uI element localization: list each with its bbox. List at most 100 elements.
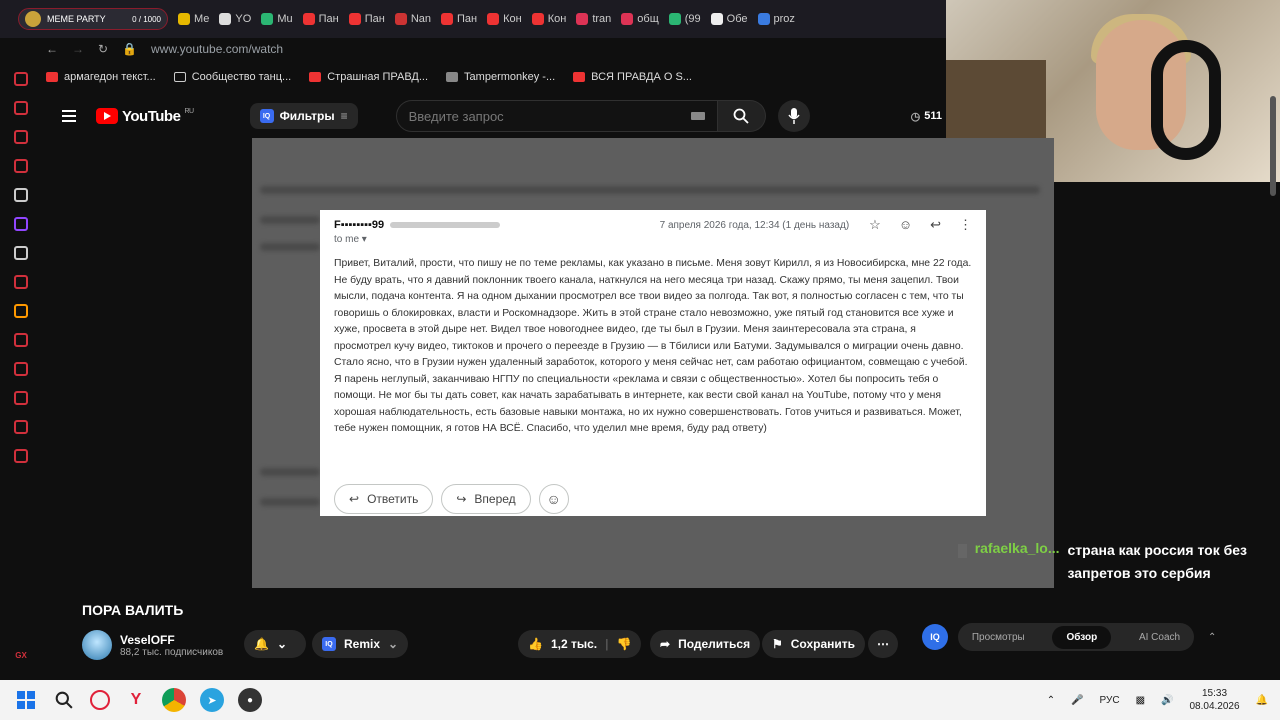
gx-corner-icon[interactable] xyxy=(14,159,28,173)
bookmark-item[interactable]: Сообщество танц... xyxy=(173,71,291,83)
tab-views[interactable]: Просмотры xyxy=(972,632,1025,643)
tiktok-icon[interactable] xyxy=(14,188,28,202)
browser-tab[interactable]: Кон xyxy=(531,13,566,25)
browser-tab[interactable]: Nan xyxy=(394,13,431,25)
header-counter[interactable]: ◷ 511 xyxy=(911,110,942,123)
thumbs-up-icon: 👍 xyxy=(528,637,543,651)
menu-icon[interactable] xyxy=(62,110,76,122)
gx-logo-badge[interactable]: MEME PARTY 0 / 1000 xyxy=(18,8,168,30)
browser-tab[interactable]: Пан xyxy=(302,13,339,25)
sliders-icon: ≡ xyxy=(340,109,348,123)
subscriber-count: 88,2 тыс. подписчиков xyxy=(120,646,224,658)
youtube-favicon-icon xyxy=(348,13,361,25)
browser-tab[interactable]: Mu xyxy=(261,13,293,25)
network-icon[interactable]: ▩ xyxy=(1136,695,1145,706)
voice-search-button[interactable] xyxy=(777,100,810,132)
bag-icon[interactable] xyxy=(14,101,28,115)
reply-icon: ↩ xyxy=(349,492,360,506)
player-icon[interactable] xyxy=(14,362,28,376)
browser-tab[interactable]: (99 xyxy=(668,13,701,25)
extensions-icon[interactable] xyxy=(14,420,28,434)
x-icon[interactable] xyxy=(14,246,28,260)
browser-tab[interactable]: общ xyxy=(621,13,659,25)
notifications-button[interactable]: 🔔 ⌄ xyxy=(244,630,306,658)
bell-icon: 🔔 xyxy=(254,637,269,651)
emoji-icon[interactable]: ☺ xyxy=(899,217,912,233)
channel-name[interactable]: VeselOFF xyxy=(120,633,223,647)
yandex-icon[interactable] xyxy=(14,275,28,289)
microphone-icon[interactable]: 🎤 xyxy=(1071,695,1083,706)
browser-tab[interactable]: Пан xyxy=(441,13,477,25)
back-arrow-icon[interactable]: ← xyxy=(46,42,58,56)
bookmark-item[interactable]: ВСЯ ПРАВДА О S... xyxy=(573,71,692,83)
reply-button[interactable]: ↩ Ответить xyxy=(334,484,434,514)
gx-icon[interactable]: GX xyxy=(15,651,27,660)
save-button[interactable]: ⚑ Сохранить xyxy=(762,630,866,658)
youtube-play-icon xyxy=(96,108,118,124)
channel-info[interactable]: VeselOFF 88,2 тыс. подписчиков xyxy=(82,630,223,660)
mail-icon[interactable] xyxy=(14,304,28,318)
browser-sidebar: GX xyxy=(0,60,42,680)
url-field[interactable]: www.youtube.com/watch xyxy=(151,42,283,56)
twitch-icon[interactable] xyxy=(14,217,28,231)
bookmark-item[interactable]: Tampermonkey -... xyxy=(446,71,555,83)
volume-icon[interactable]: 🔊 xyxy=(1161,695,1173,706)
star-icon[interactable]: ☆ xyxy=(869,217,881,233)
app-icon[interactable] xyxy=(14,333,28,347)
windows-start-icon[interactable] xyxy=(14,688,38,712)
history-icon[interactable] xyxy=(14,391,28,405)
forward-button[interactable]: ↪ Вперед xyxy=(441,484,531,514)
opera-gx-icon[interactable] xyxy=(90,690,110,710)
chevron-up-icon[interactable]: ⌃ xyxy=(1047,695,1055,706)
email-recipient[interactable]: to me ▾ xyxy=(334,234,367,245)
tab-ai-coach[interactable]: AI Coach xyxy=(1139,632,1180,643)
reply-icon[interactable]: ↩ xyxy=(930,217,941,233)
thumbs-down-icon[interactable]: 👎 xyxy=(616,637,631,651)
browser-tab[interactable]: Обе xyxy=(710,13,748,25)
tampermonkey-icon xyxy=(446,72,459,82)
notification-bell-icon[interactable]: 🔔 xyxy=(1256,695,1268,706)
channel-avatar[interactable] xyxy=(82,630,112,660)
iq-icon[interactable]: IQ xyxy=(922,624,948,650)
chrome-icon[interactable] xyxy=(162,688,186,712)
language-indicator[interactable]: РУС xyxy=(1100,695,1120,706)
reload-icon[interactable]: ↻ xyxy=(98,42,108,56)
youtube-header: YouTube RU IQ Фильтры ≡ Введите запрос ◷… xyxy=(42,94,946,138)
chevron-down-icon: ⌄ xyxy=(388,637,399,651)
search-input[interactable]: Введите запрос xyxy=(395,100,718,132)
tab-favicon-icon xyxy=(757,13,770,25)
telegram-icon[interactable]: ➤ xyxy=(200,688,224,712)
like-button[interactable]: 👍 1,2 тыс. | 👎 xyxy=(518,630,642,658)
tab-overview[interactable]: Обзор xyxy=(1052,625,1112,649)
chevron-up-icon[interactable]: ⌃ xyxy=(1208,632,1216,643)
gamepad-icon[interactable] xyxy=(14,130,28,144)
more-button[interactable]: ⋯ xyxy=(868,630,898,658)
chevron-down-icon: ⌄ xyxy=(276,637,288,651)
settings-icon[interactable] xyxy=(14,449,28,463)
browser-tab[interactable]: Кон xyxy=(487,13,522,25)
speed-dial-icon[interactable] xyxy=(14,72,28,86)
bookmark-item[interactable]: армагедон текст... xyxy=(46,71,156,83)
browser-tab[interactable]: tran xyxy=(576,13,611,25)
browser-tab[interactable]: Пан xyxy=(348,13,385,25)
tab-favicon-icon xyxy=(219,13,232,25)
yandex-browser-icon[interactable]: Y xyxy=(124,688,148,712)
clock[interactable]: 15:33 08.04.2026 xyxy=(1189,687,1239,713)
search-icon[interactable] xyxy=(52,688,76,712)
remix-button[interactable]: IQ Remix ⌄ xyxy=(312,630,409,658)
filters-button[interactable]: IQ Фильтры ≡ xyxy=(249,103,358,129)
share-button[interactable]: ➦ Поделиться xyxy=(650,630,761,658)
blurred-text xyxy=(260,186,1040,194)
scrollbar[interactable] xyxy=(1270,96,1276,196)
browser-tab[interactable]: proz xyxy=(757,13,795,25)
emoji-reaction-button[interactable]: ☺ xyxy=(538,484,569,514)
forward-arrow-icon[interactable]: → xyxy=(72,42,84,56)
keyboard-icon[interactable] xyxy=(690,112,705,120)
search-button[interactable] xyxy=(717,100,766,132)
youtube-logo[interactable]: YouTube RU xyxy=(96,108,194,125)
bookmark-item[interactable]: Страшная ПРАВД... xyxy=(309,71,428,83)
more-vert-icon[interactable]: ⋮ xyxy=(959,217,972,233)
browser-tab[interactable]: Ме xyxy=(178,13,209,25)
browser-tab[interactable]: YO xyxy=(219,13,251,25)
obs-icon[interactable]: ● xyxy=(238,688,262,712)
